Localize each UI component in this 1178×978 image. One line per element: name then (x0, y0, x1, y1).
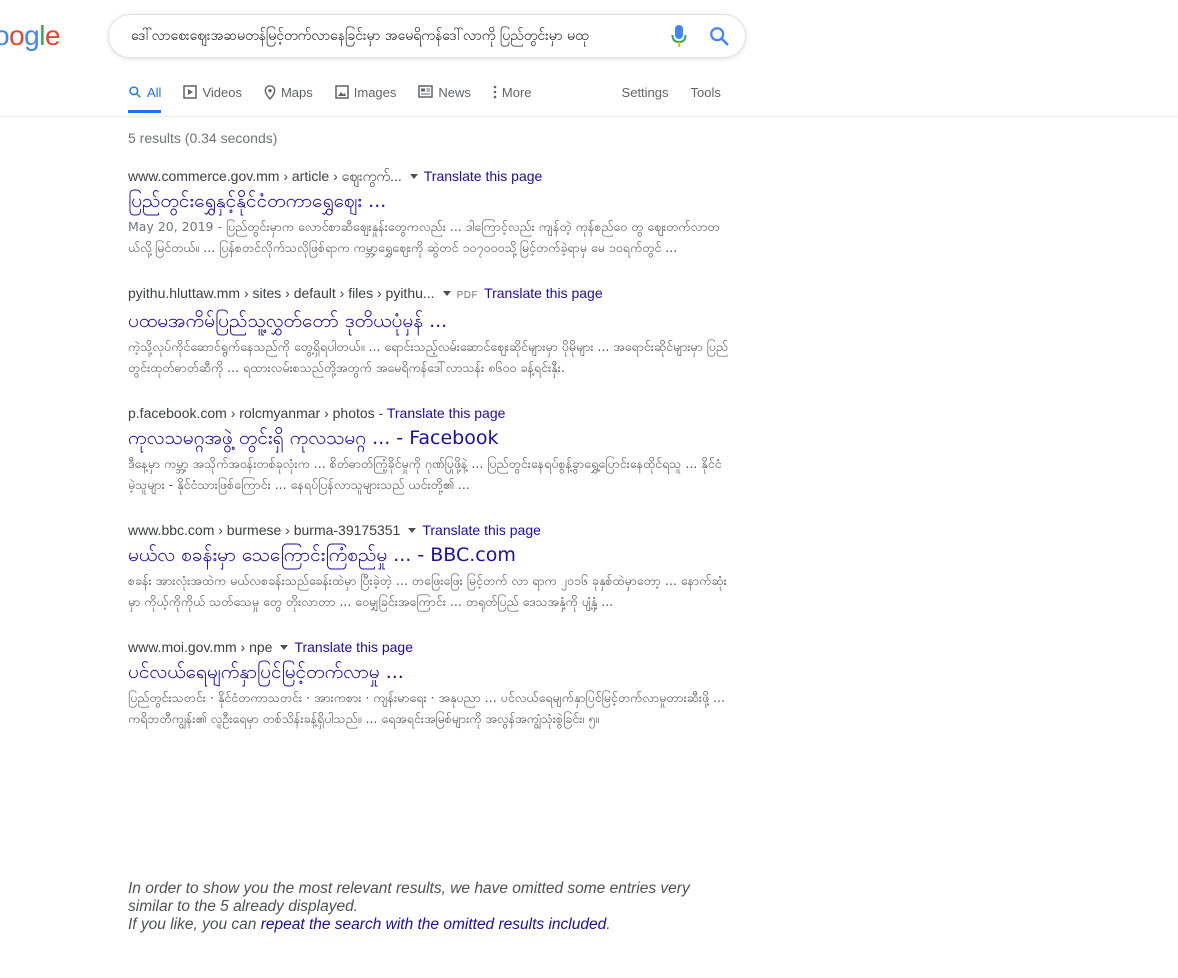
result-url[interactable]: p.facebook.com › rolcmyanmar › photos (128, 405, 375, 421)
search-icon[interactable] (699, 16, 739, 56)
tab-label: News (438, 85, 471, 100)
result-cite: www.bbc.com › burmese › burma-39175351 Tr… (128, 520, 728, 540)
tab-videos[interactable]: Videos (183, 82, 242, 113)
omitted-prefix: If you like, you can (128, 916, 261, 933)
logo-letter: e (44, 20, 61, 51)
result-stats: 5 results (0.34 seconds) (128, 130, 278, 146)
logo-letter: o (0, 20, 10, 51)
omitted-line2: If you like, you can repeat the search w… (128, 916, 738, 934)
search-result: www.bbc.com › burmese › burma-39175351 Tr… (128, 520, 728, 612)
search-tabs: All Videos Maps Images News More Setting… (128, 82, 743, 116)
translate-link[interactable]: Translate this page (422, 522, 541, 538)
result-cite: p.facebook.com › rolcmyanmar › photos - … (128, 405, 506, 421)
tab-maps[interactable]: Maps (264, 82, 313, 113)
settings-label: Settings (621, 85, 669, 100)
omitted-text: In order to show you the most relevant r… (128, 880, 690, 915)
omitted-suffix: . (606, 916, 611, 933)
result-cite: www.moi.gov.mm › npe Translate this page (128, 637, 728, 657)
search-result: pyithu.hluttaw.mm › sites › default › fi… (128, 283, 728, 378)
result-title[interactable]: ပင်လယ်ရေမျက်နှာပြင်မြင့်တက်လာမှု ... (128, 659, 728, 685)
search-box (108, 14, 746, 58)
translate-link[interactable]: Translate this page (387, 405, 506, 421)
video-icon (183, 85, 198, 99)
result-title[interactable]: ကုလသမဂ္ဂအဖွဲ့ တွင်းရှိ ကုလသမဂ္ဂ ... - Fa… (128, 425, 728, 451)
google-logo[interactable]: oogle (0, 18, 61, 54)
more-vert-icon (493, 85, 497, 99)
tab-news[interactable]: News (418, 82, 471, 113)
tab-label: Images (353, 85, 397, 100)
dropdown-arrow-icon[interactable] (442, 290, 451, 296)
map-pin-icon (264, 85, 276, 100)
tab-images[interactable]: Images (335, 82, 397, 113)
news-icon (418, 85, 434, 98)
settings-link[interactable]: Settings (622, 82, 669, 113)
omitted-results-notice: In order to show you the most relevant r… (128, 880, 738, 934)
pdf-badge: PDF (456, 290, 479, 301)
tab-more[interactable]: More (493, 82, 532, 113)
search-input[interactable] (129, 15, 659, 57)
result-url[interactable]: www.bbc.com › burmese › burma-39175351 (128, 522, 400, 538)
result-snippet: ကဲ့သို့လုပ်ကိုင်ဆောင်ရွက်နေသည်ကို တွေ့ရှ… (128, 339, 728, 375)
tab-all[interactable]: All (128, 82, 162, 113)
tools-link[interactable]: Tools (691, 82, 721, 113)
search-result: p.facebook.com › rolcmyanmar › photos - … (128, 403, 728, 495)
result-url[interactable]: www.moi.gov.mm › npe (128, 639, 272, 655)
header-divider (0, 116, 1178, 117)
result-cite: www.commerce.gov.mm › article › ဈေးကွက်.… (128, 166, 728, 186)
logo-letter: o (9, 20, 25, 51)
translate-link[interactable]: Translate this page (294, 639, 413, 655)
repeat-search-link[interactable]: repeat the search with the omitted resul… (261, 916, 607, 933)
search-icon (129, 86, 141, 98)
result-snippet: စခန်း အားလုံးအထဲက မယ်လစခန်းသည်ခေန်းထဲမှာ… (128, 573, 727, 609)
result-snippet: ပြည်တွင်းသတင်း · နိုင်ငံတကာသတင်း · အားကစ… (128, 690, 725, 726)
result-url[interactable]: www.commerce.gov.mm › article › ဈေးကွက်.… (128, 168, 402, 184)
image-icon (335, 85, 349, 99)
result-snippet: May 20, 2019 - ပြည်တွင်းမှာက လောင်စာဆီဈေ… (128, 216, 728, 258)
result-title[interactable]: ပြည်တွင်းရွှေနှင့်နိုင်ငံတကာရွှေဈေး ... (128, 188, 728, 214)
tab-label: More (501, 85, 532, 100)
tab-label: Videos (202, 85, 242, 100)
dropdown-arrow-icon[interactable] (408, 527, 417, 533)
search-result: www.moi.gov.mm › npe Translate this page … (128, 637, 728, 729)
result-title[interactable]: မယ်လ စခန်းမှာ သေကြောင်းကြံစည်မှု ... - B… (128, 542, 728, 568)
result-cite: pyithu.hluttaw.mm › sites › default › fi… (128, 283, 728, 306)
translate-link[interactable]: Translate this page (424, 168, 543, 184)
result-url[interactable]: pyithu.hluttaw.mm › sites › default › fi… (128, 285, 435, 301)
dropdown-arrow-icon[interactable] (409, 173, 418, 179)
search-results: www.commerce.gov.mm › article › ဈေးကွက်.… (128, 166, 728, 754)
result-date: May 20, 2019 - (128, 219, 226, 234)
translate-link[interactable]: Translate this page (484, 285, 603, 301)
result-title[interactable]: ပထမအကိမ်ပြည်သူ့လွှတ်တော် ဒုတိယပုံမှန် ..… (128, 308, 728, 334)
dropdown-arrow-icon[interactable] (280, 644, 289, 650)
logo-letter: g (24, 20, 40, 51)
tools-label: Tools (690, 85, 721, 100)
microphone-icon[interactable] (659, 16, 699, 56)
search-result: www.commerce.gov.mm › article › ဈေးကွက်.… (128, 166, 728, 258)
tab-label: Maps (280, 85, 313, 100)
result-snippet: ဒီနေ့မှာ ကမ္ဘာ့ အသိုက်အဝန်းတစ်ခုလုံးက ..… (128, 456, 722, 492)
tab-label: All (147, 85, 162, 100)
